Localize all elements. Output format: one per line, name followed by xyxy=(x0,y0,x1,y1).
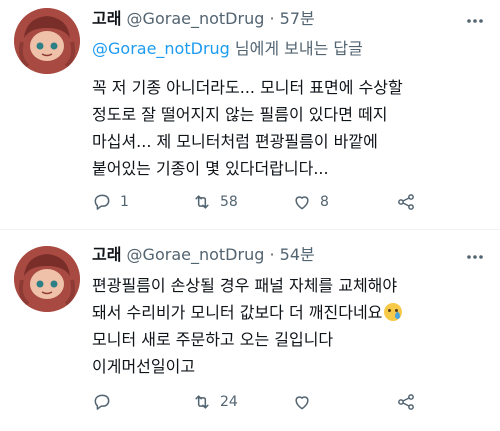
more-horizontal-icon xyxy=(467,19,483,23)
replying-to-suffix: 님에게 보내는 답글 xyxy=(229,39,363,58)
share-button[interactable] xyxy=(396,192,416,212)
avatar[interactable] xyxy=(14,246,80,312)
retweet-count: 24 xyxy=(220,394,238,410)
user-handle[interactable]: @Gorae_notDrug xyxy=(127,9,265,28)
tweet-text-line: 돼서 수리비가 모니터 값보다 더 깨진다네요 xyxy=(92,299,492,326)
tweet-text: 편광필름이 손상될 경우 패널 자체를 교체해야 돼서 수리비가 모니터 값보다… xyxy=(92,272,492,380)
reply-icon xyxy=(94,194,110,210)
avatar-image xyxy=(14,8,80,74)
retweet-icon xyxy=(195,195,209,209)
retweet-button[interactable]: 24 xyxy=(192,392,238,412)
tweet[interactable]: 고래 @Gorae_notDrug · 57분 @Gorae_notDrug 님… xyxy=(0,0,500,230)
reply-icon xyxy=(94,394,110,410)
share-button[interactable] xyxy=(396,392,416,412)
tweet-header: 고래 @Gorae_notDrug · 57분 xyxy=(92,8,315,30)
tweet[interactable]: 고래 @Gorae_notDrug · 54분 편광필름이 손상될 경우 패널 … xyxy=(0,230,500,431)
retweet-button[interactable]: 58 xyxy=(192,192,238,212)
action-bar: 1 58 8 xyxy=(92,192,422,216)
tweet-text-line: 마십셔... 제 모니터처럼 편광필름이 바깥에 xyxy=(92,132,378,151)
avatar-image xyxy=(14,246,80,312)
separator-dot: · xyxy=(269,9,275,28)
tweet-text-fragment: 돼서 수리비가 모니터 값보다 더 깨진다네요 xyxy=(92,303,383,322)
retweet-icon xyxy=(195,395,209,409)
share-icon xyxy=(398,194,414,210)
mention-link[interactable]: @Gorae_notDrug xyxy=(92,39,230,58)
timestamp[interactable]: 54분 xyxy=(280,245,315,264)
replying-to: @Gorae_notDrug 님에게 보내는 답글 xyxy=(92,38,363,60)
tweet-text-line: 모니터 새로 주문하고 오는 길입니다 xyxy=(92,330,334,349)
reply-button[interactable] xyxy=(92,392,120,412)
like-button[interactable] xyxy=(292,392,320,412)
avatar[interactable] xyxy=(14,8,80,74)
more-options-button[interactable] xyxy=(464,10,486,32)
tweet-header: 고래 @Gorae_notDrug · 54분 xyxy=(92,244,315,266)
tweet-text: 꼭 저 기종 아니더라도... 모니터 표면에 수상할 정도로 잘 떨어지지 않… xyxy=(92,74,492,182)
crying-face-emoji-icon xyxy=(384,303,403,321)
reply-count: 1 xyxy=(120,194,129,210)
retweet-count: 58 xyxy=(220,194,238,210)
tweet-text-line: 정도로 잘 떨어지지 않는 필름이 있다면 떼지 xyxy=(92,105,388,124)
display-name[interactable]: 고래 xyxy=(92,9,121,28)
user-handle[interactable]: @Gorae_notDrug xyxy=(127,245,265,264)
like-button[interactable]: 8 xyxy=(292,192,329,212)
heart-icon xyxy=(295,396,309,410)
timestamp[interactable]: 57분 xyxy=(280,9,315,28)
more-horizontal-icon xyxy=(467,255,483,259)
action-bar: 24 xyxy=(92,392,422,416)
tweet-text-line: 편광필름이 손상될 경우 패널 자체를 교체해야 xyxy=(92,276,398,295)
tweet-text-line: 이게머선일이고 xyxy=(92,357,196,376)
share-icon xyxy=(398,394,414,410)
heart-icon xyxy=(295,196,309,210)
display-name[interactable]: 고래 xyxy=(92,245,121,264)
tweet-text-line: 붙어있는 기종이 몇 있다더랍니다... xyxy=(92,159,329,178)
separator-dot: · xyxy=(269,245,275,264)
like-count: 8 xyxy=(320,194,329,210)
tweet-text-line: 꼭 저 기종 아니더라도... 모니터 표면에 수상할 xyxy=(92,78,403,97)
reply-button[interactable]: 1 xyxy=(92,192,129,212)
more-options-button[interactable] xyxy=(464,246,486,268)
